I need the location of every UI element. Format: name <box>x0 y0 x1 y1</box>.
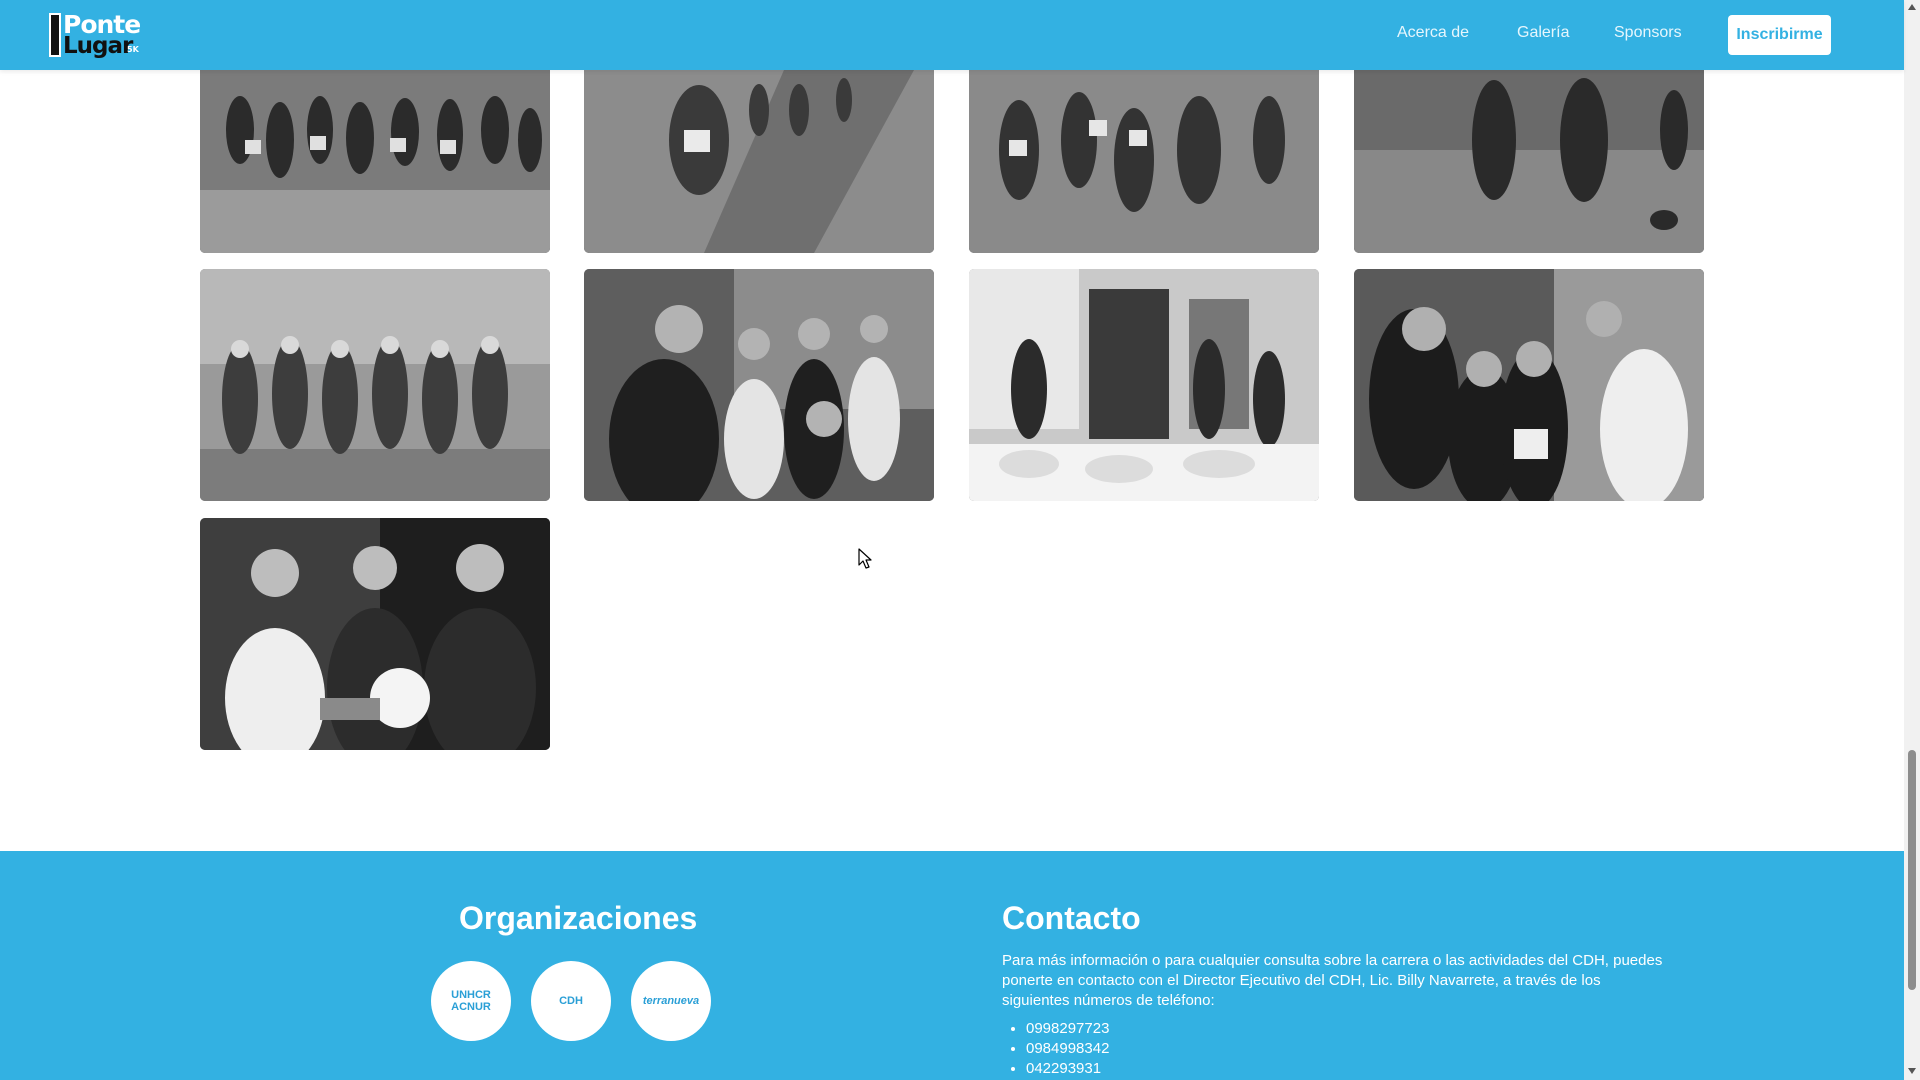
gallery-photo-medals[interactable] <box>1354 269 1704 501</box>
nav-gallery-link[interactable]: Galería <box>1517 24 1569 42</box>
photo-image <box>200 518 550 750</box>
photo-image <box>1354 70 1704 253</box>
gallery-photo-runner-dog[interactable] <box>1354 70 1704 253</box>
gallery-photo-stage[interactable] <box>969 269 1319 501</box>
gallery-photo-runners-group[interactable] <box>969 70 1319 253</box>
photo-image <box>584 269 934 501</box>
phone-number: 0984998342 <box>1026 1039 1109 1059</box>
scroll-up-arrow-icon[interactable] <box>1908 4 1916 10</box>
organizations-title: Organizaciones <box>459 900 698 936</box>
gallery-photo-group-kick[interactable] <box>200 269 550 501</box>
ponte-lugar-logo[interactable]: Ponte Lugar 5K <box>49 10 141 59</box>
cdh-logo[interactable]: CDH <box>531 961 611 1041</box>
photo-image <box>200 269 550 501</box>
site-header: Ponte Lugar 5K Acerca de Galería Sponsor… <box>0 0 1904 70</box>
scrollbar-thumb[interactable] <box>1908 750 1916 990</box>
photo-image <box>584 70 934 253</box>
contact-description: Para más información o para cualquier co… <box>1002 952 1663 1009</box>
photo-image <box>200 70 550 253</box>
cdh-label: CDH <box>559 994 583 1007</box>
phone-list: 0998297723 0984998342 042293931 <box>1002 1019 1109 1079</box>
gallery-photo-award[interactable] <box>200 518 550 750</box>
logo-bottom-word: Lugar <box>63 33 133 59</box>
terranueva-logo[interactable]: terranueva <box>631 961 711 1041</box>
register-button[interactable]: Inscribirme <box>1728 15 1831 55</box>
logo-bar <box>49 13 61 57</box>
mouse-cursor-icon <box>858 548 872 569</box>
unhcr-acnur-label: UNHCR ACNUR <box>451 988 491 1013</box>
unhcr-acnur-logo[interactable]: UNHCR ACNUR <box>431 961 511 1041</box>
photo-image <box>969 70 1319 253</box>
phone-number: 0998297723 <box>1026 1019 1109 1039</box>
logo-suffix: 5K <box>127 45 139 54</box>
terranueva-label: terranueva <box>642 994 700 1007</box>
gallery-photo-runner-404[interactable] <box>584 70 934 253</box>
nav-sponsors-link[interactable]: Sponsors <box>1614 24 1682 42</box>
gallery-photo-runners-crowd[interactable] <box>200 70 550 253</box>
scroll-down-arrow-icon[interactable] <box>1908 1068 1916 1074</box>
photo-image <box>969 269 1319 501</box>
nav-about-link[interactable]: Acerca de <box>1397 24 1469 42</box>
phone-number: 042293931 <box>1026 1059 1109 1079</box>
gallery-photo-volunteers[interactable] <box>584 269 934 501</box>
contact-title: Contacto <box>1002 900 1141 936</box>
photo-image <box>1354 269 1704 501</box>
